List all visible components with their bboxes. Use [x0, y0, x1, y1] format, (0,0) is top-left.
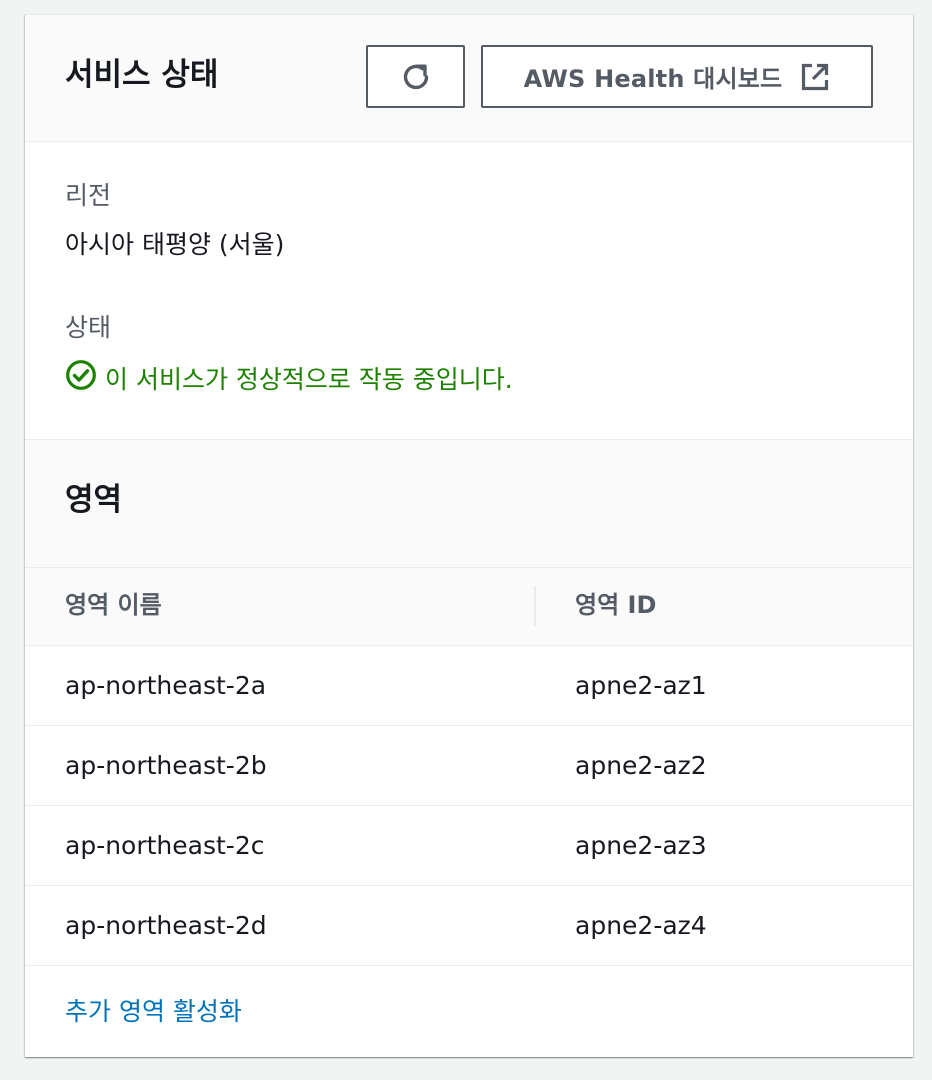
- aws-health-dashboard-label: AWS Health 대시보드: [523, 65, 783, 93]
- zones-title: 영역: [65, 482, 123, 518]
- status-positive-icon: [65, 359, 97, 400]
- zone-id-cell: apne2-az4: [575, 911, 707, 940]
- zone-name-cell: ap-northeast-2b: [65, 751, 267, 780]
- table-row: ap-northeast-2a apne2-az1: [25, 646, 913, 726]
- refresh-button[interactable]: [366, 45, 465, 108]
- table-row: ap-northeast-2c apne2-az3: [25, 806, 913, 886]
- external-link-icon: [800, 62, 830, 92]
- status-label: 상태: [65, 313, 112, 342]
- column-header-zone-name: 영역 이름: [65, 591, 162, 619]
- region-label: 리전: [65, 181, 112, 210]
- column-header-zone-id: 영역 ID: [575, 591, 657, 619]
- zone-name-cell: ap-northeast-2a: [65, 671, 267, 700]
- status-text: 이 서비스가 정상적으로 작동 중입니다.: [105, 364, 513, 394]
- zones-table-header: 영역 이름 영역 ID: [25, 568, 913, 646]
- zone-name-cell: ap-northeast-2c: [65, 831, 265, 860]
- enable-additional-zones-link[interactable]: 추가 영역 활성화: [65, 995, 242, 1029]
- panel-title: 서비스 상태: [65, 57, 219, 93]
- region-value: 아시아 태평양 (서울): [65, 230, 285, 259]
- zone-id-cell: apne2-az2: [575, 751, 707, 780]
- service-status-panel: 서비스 상태 AWS Health 대시보드 리전 아시아 태평양 (서울) 상…: [25, 14, 913, 1057]
- table-row: ap-northeast-2b apne2-az2: [25, 726, 913, 806]
- column-divider[interactable]: [534, 586, 536, 626]
- refresh-icon: [398, 59, 434, 95]
- zone-name-cell: ap-northeast-2d: [65, 911, 267, 940]
- status-indicator: 이 서비스가 정상적으로 작동 중입니다.: [65, 359, 513, 400]
- aws-health-dashboard-button[interactable]: AWS Health 대시보드: [481, 45, 873, 108]
- table-row: ap-northeast-2d apne2-az4: [25, 886, 913, 966]
- zone-id-cell: apne2-az1: [575, 671, 707, 700]
- zone-id-cell: apne2-az3: [575, 831, 707, 860]
- zones-header: 영역: [25, 439, 913, 568]
- panel-header: 서비스 상태 AWS Health 대시보드: [25, 15, 913, 142]
